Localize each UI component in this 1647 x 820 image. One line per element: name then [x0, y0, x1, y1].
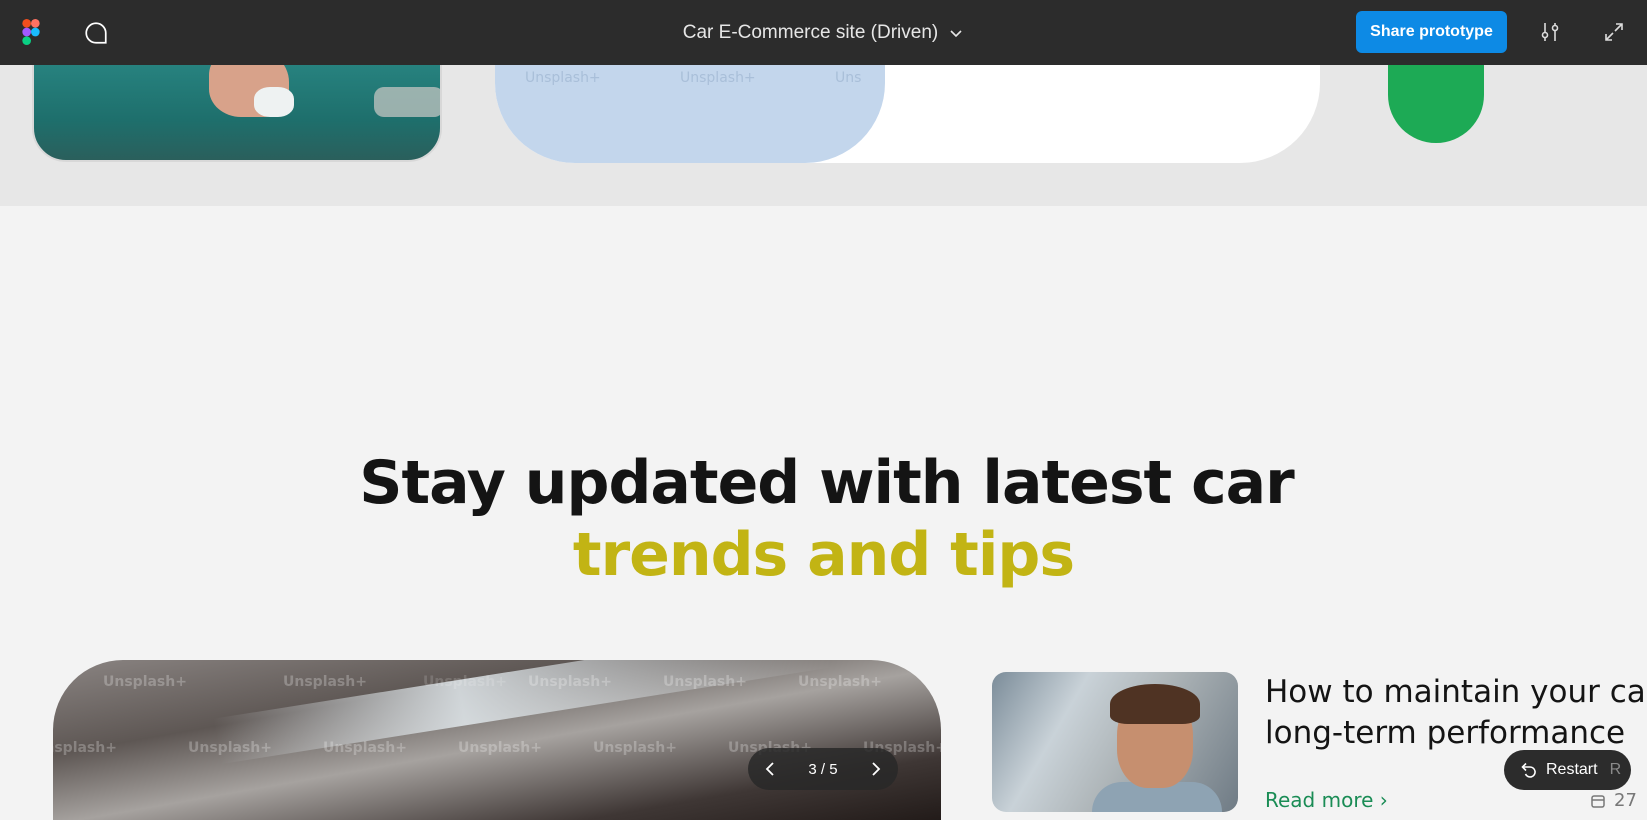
expand-icon[interactable]	[1603, 21, 1625, 43]
green-circle-button[interactable]	[1388, 65, 1484, 143]
watermark: Unsplash+	[798, 674, 882, 690]
restart-shortcut: R	[1609, 761, 1622, 778]
section-heading-line2: trends and tips	[572, 520, 1075, 590]
section-heading-line1: Stay updated with latest car	[359, 448, 1295, 518]
chevron-right-icon: ›	[1379, 788, 1388, 812]
blue-pill-card: Unsplash+ Unsplash+ Uns	[495, 65, 885, 163]
watermark: Unsplash+	[593, 740, 677, 756]
watermark: Unsplash+	[458, 740, 542, 756]
image-detail	[374, 87, 440, 117]
carousel-pager: 3 / 5	[748, 748, 898, 790]
watermark: Unsplash+	[53, 740, 117, 756]
watermark: Unsplash+	[103, 674, 187, 690]
settings-sliders-icon[interactable]	[1538, 20, 1562, 44]
previous-section: Unsplash+ Unsplash+ Uns	[0, 65, 1647, 206]
restart-icon	[1521, 762, 1536, 778]
article-title[interactable]: How to maintain your car long-term perfo…	[1265, 672, 1647, 754]
chevron-right-icon[interactable]	[866, 760, 884, 778]
article-thumbnail[interactable]	[992, 672, 1238, 812]
watermark: Unsplash+	[528, 674, 612, 690]
prototype-toolbar: Car E-Commerce site (Driven) Share proto…	[0, 0, 1647, 65]
featured-article-image[interactable]: Unsplash+ Unsplash+ Unsplash+ Unsplash+ …	[53, 660, 941, 820]
watermark: Unsplash+	[283, 674, 367, 690]
share-prototype-button[interactable]: Share prototype	[1356, 11, 1507, 53]
image-detail	[254, 87, 294, 117]
watermark: Uns	[835, 70, 862, 86]
car-image-card	[32, 65, 442, 162]
watermark: Unsplash+	[663, 674, 747, 690]
restart-button[interactable]: Restart R	[1504, 750, 1631, 790]
read-more-link[interactable]: Read more ›	[1265, 788, 1388, 812]
figma-logo-icon[interactable]	[22, 19, 40, 45]
image-detail	[1110, 684, 1200, 724]
read-more-label: Read more	[1265, 788, 1374, 812]
carousel-counter: 3 / 5	[808, 760, 838, 778]
chevron-left-icon[interactable]	[762, 760, 780, 778]
chevron-down-icon[interactable]	[948, 25, 964, 41]
file-title[interactable]: Car E-Commerce site (Driven)	[683, 22, 938, 44]
restart-label: Restart	[1546, 761, 1598, 778]
comment-icon[interactable]	[83, 20, 109, 46]
watermark: Unsplash+	[525, 70, 601, 86]
watermark: Unsplash+	[680, 70, 756, 86]
watermark: Unsplash+	[323, 740, 407, 756]
watermark: Unsplash+	[423, 674, 507, 690]
watermark: Unsplash+	[188, 740, 272, 756]
